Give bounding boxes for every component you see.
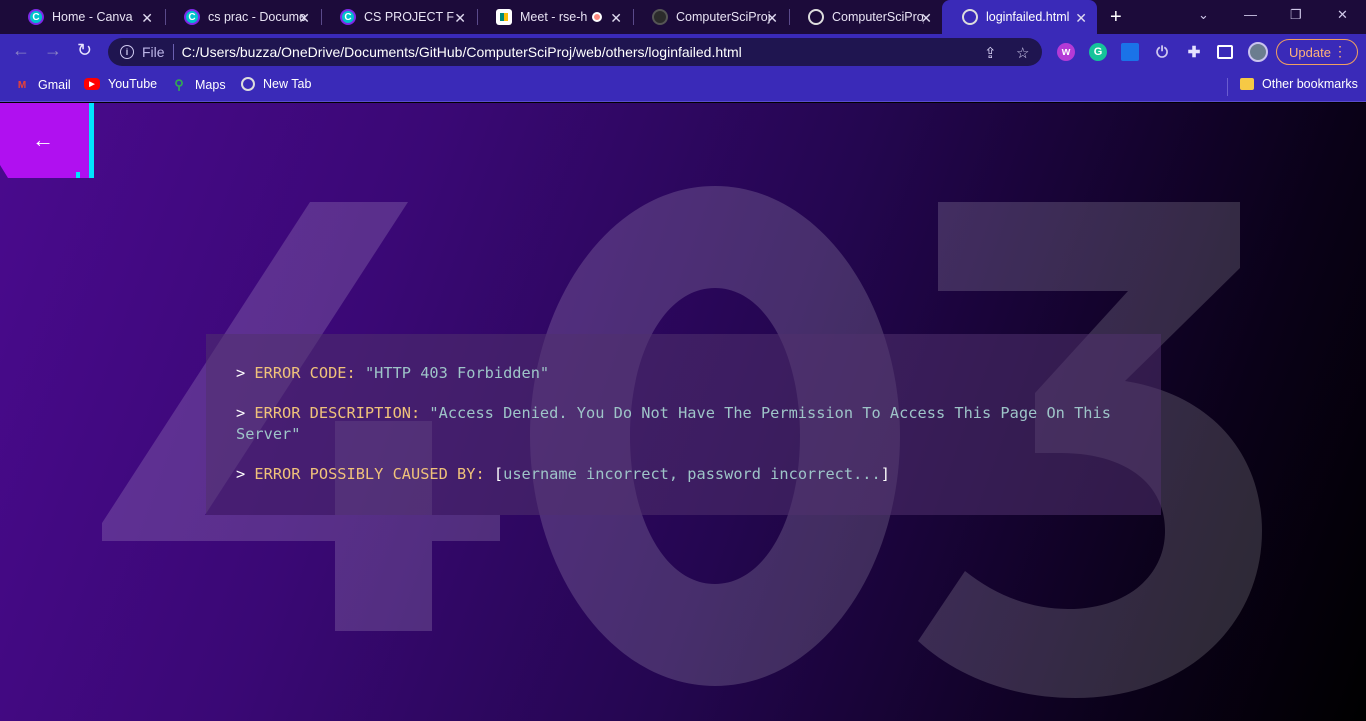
bookmark-gmail[interactable]: M Gmail [14,77,71,93]
tab-computerscipro[interactable]: ComputerSciProj ✕ [788,0,942,34]
url-text[interactable]: C:/Users/buzza/OneDrive/Documents/GitHub… [182,44,742,60]
close-icon[interactable]: ✕ [610,10,622,27]
error-cause-key: ERROR POSSIBLY CAUSED BY: [254,465,485,483]
github-icon [652,9,668,25]
browser-toolbar: ← → ↻ i File C:/Users/buzza/OneDrive/Doc… [0,34,1366,70]
reload-icon[interactable]: ↻ [77,40,92,61]
update-button[interactable]: Update ⋮ [1276,39,1358,65]
close-icon[interactable]: ✕ [454,10,466,27]
tab-google-meet[interactable]: Meet - rse-h ✕ [476,0,632,34]
globe-icon [808,9,824,25]
tab-cs-prac[interactable]: C cs prac - Docume ✕ [164,0,320,34]
share-icon[interactable]: ⇪ [984,44,997,62]
error-description-line: > ERROR DESCRIPTION: "Access Denied. You… [236,404,1111,422]
power-icon[interactable]: ⏻ [1153,43,1171,61]
bookmarks-bar: M Gmail ▶ YouTube ⚲ Maps New Tab Other b… [0,70,1366,102]
new-tab-button[interactable]: + [1110,6,1122,29]
error-page: ← > ERROR CODE: "HTTP 403 Forbidden" > E… [0,103,1366,721]
recording-icon [592,12,602,22]
extension-trello-icon[interactable] [1121,43,1139,61]
tab-title: ComputerSciProj [676,10,770,24]
error-code-key: ERROR CODE: [254,364,356,382]
divider [1227,78,1228,96]
tab-github-repo[interactable]: ComputerSciProj ✕ [632,0,788,34]
tab-title: CS PROJECT FILE [364,10,454,24]
error-code-value: "HTTP 403 Forbidden" [364,364,550,382]
error-cause-value: username incorrect, password incorrect..… [503,465,881,483]
forward-icon[interactable]: → [44,40,62,61]
bookmark-youtube[interactable]: ▶ YouTube [84,77,157,91]
side-panel-icon[interactable] [1217,45,1233,59]
other-bookmarks-label: Other bookmarks [1262,77,1358,91]
back-button-notch [76,172,80,178]
site-info-icon[interactable]: i [120,45,134,59]
globe-icon [241,77,255,91]
grammarly-icon[interactable]: G [1089,43,1107,61]
bookmark-maps[interactable]: ⚲ Maps [171,77,226,93]
bookmark-star-icon[interactable]: ☆ [1016,44,1029,62]
extension-w-icon[interactable]: w [1057,43,1075,61]
update-label: Update [1289,44,1331,60]
bookmark-new-tab[interactable]: New Tab [241,77,311,91]
tab-search-icon[interactable]: ⌄ [1198,7,1209,23]
error-description-key: ERROR DESCRIPTION: [254,404,421,422]
minimize-icon[interactable]: — [1244,7,1257,22]
tab-loginfailed[interactable]: loginfailed.html ✕ [942,0,1097,34]
error-description-continued: Server" [236,424,300,445]
error-cause-line: > ERROR POSSIBLY CAUSED BY: [username in… [236,465,890,483]
gmail-icon: M [17,79,27,91]
error-description-value: "Access Denied. You Do Not Have The Perm… [429,404,1111,422]
error-code-line: > ERROR CODE: "HTTP 403 Forbidden" [236,364,550,382]
error-description-value-cont: Server" [236,425,301,443]
menu-dots-icon[interactable]: ⋮ [1333,43,1347,60]
address-bar[interactable]: i File C:/Users/buzza/OneDrive/Documents… [108,38,1042,66]
bookmark-label: Gmail [38,78,71,92]
tab-title: Meet - rse-h [520,10,588,24]
close-icon[interactable]: ✕ [298,10,310,27]
avatar[interactable] [1248,42,1268,62]
tab-home-canva[interactable]: C Home - Canva ✕ [8,0,163,34]
error-details-panel: > ERROR CODE: "HTTP 403 Forbidden" > ERR… [206,334,1161,515]
arrow-left-icon: ← [32,127,54,152]
window-close-icon[interactable]: ✕ [1337,7,1348,23]
google-meet-icon [496,9,512,25]
maps-icon: ⚲ [174,77,184,92]
globe-icon [962,9,978,25]
youtube-icon: ▶ [84,78,100,90]
url-scheme: File [142,44,165,60]
canva-icon: C [28,9,44,25]
close-icon[interactable]: ✕ [920,10,932,27]
folder-icon [1240,78,1254,90]
tab-title: ComputerSciProj [832,10,924,24]
restore-icon[interactable]: ❐ [1290,7,1302,23]
back-button-edge [89,103,94,178]
close-icon[interactable]: ✕ [1075,10,1087,27]
bookmark-label: YouTube [108,77,158,91]
canva-icon: C [340,9,356,25]
close-icon[interactable]: ✕ [766,10,778,27]
back-icon[interactable]: ← [12,40,30,61]
tab-title: cs prac - Docume [208,10,306,24]
extensions-puzzle-icon[interactable]: ✚ [1185,43,1203,61]
bookmark-label: Maps [195,78,226,92]
tab-strip: C Home - Canva ✕ C cs prac - Docume ✕ C … [0,0,1366,34]
other-bookmarks[interactable]: Other bookmarks [1240,77,1358,91]
close-icon[interactable]: ✕ [141,10,153,27]
divider [172,44,174,60]
canva-icon: C [184,9,200,25]
tab-cs-project-file[interactable]: C CS PROJECT FILE ✕ [320,0,476,34]
bookmark-label: New Tab [263,77,312,91]
